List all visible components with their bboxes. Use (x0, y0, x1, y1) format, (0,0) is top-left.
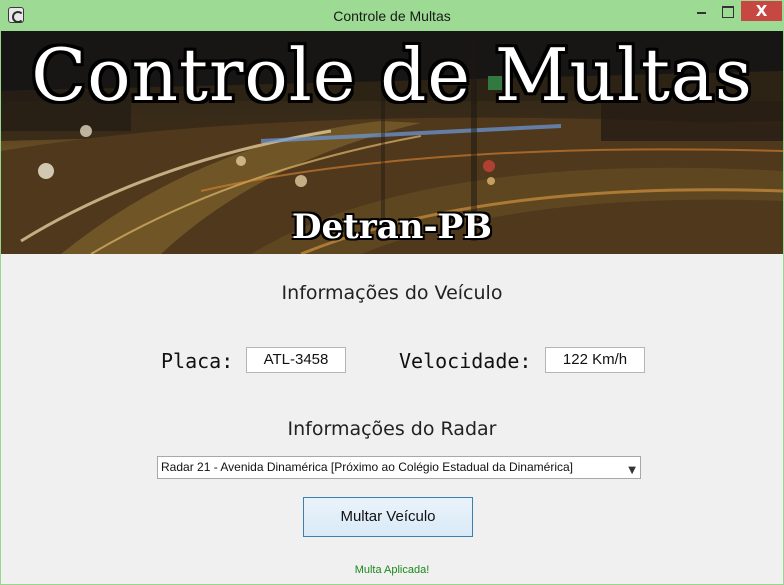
banner-subtitle: Detran-PB (292, 207, 492, 247)
radar-select[interactable]: Radar 21 - Avenida Dinamérica [Próximo a… (157, 456, 641, 479)
radar-selected-value: Radar 21 - Avenida Dinamérica [Próximo a… (161, 460, 573, 474)
banner-title: Controle de Multas (31, 33, 753, 117)
application-window: Controle de Multas X Controle de Multas … (0, 0, 784, 585)
vehicle-info-heading: Informações do Veículo (281, 282, 503, 304)
chevron-down-icon[interactable]: ▼ (628, 460, 636, 478)
title-bar[interactable]: Controle de Multas X (0, 0, 784, 31)
banner-image: Controle de Multas Detran-PB (1, 31, 783, 254)
plate-label: Placa: (161, 349, 234, 373)
fine-vehicle-button[interactable]: Multar Veículo (303, 497, 473, 537)
plate-value-field[interactable]: ATL-3458 (246, 347, 346, 373)
close-button[interactable]: X (741, 1, 782, 21)
speed-label: Velocidade: (399, 349, 532, 373)
speed-value-field[interactable]: 122 Km/h (545, 347, 645, 373)
minimize-button[interactable] (688, 1, 714, 21)
close-icon: X (755, 2, 768, 20)
form-client-area: Controle de Multas Detran-PB Informações… (1, 31, 783, 584)
maximize-button[interactable] (714, 1, 740, 21)
status-message: Multa Aplicada! (354, 564, 430, 576)
radar-info-heading: Informações do Radar (287, 418, 497, 440)
window-title: Controle de Multas (333, 8, 451, 24)
